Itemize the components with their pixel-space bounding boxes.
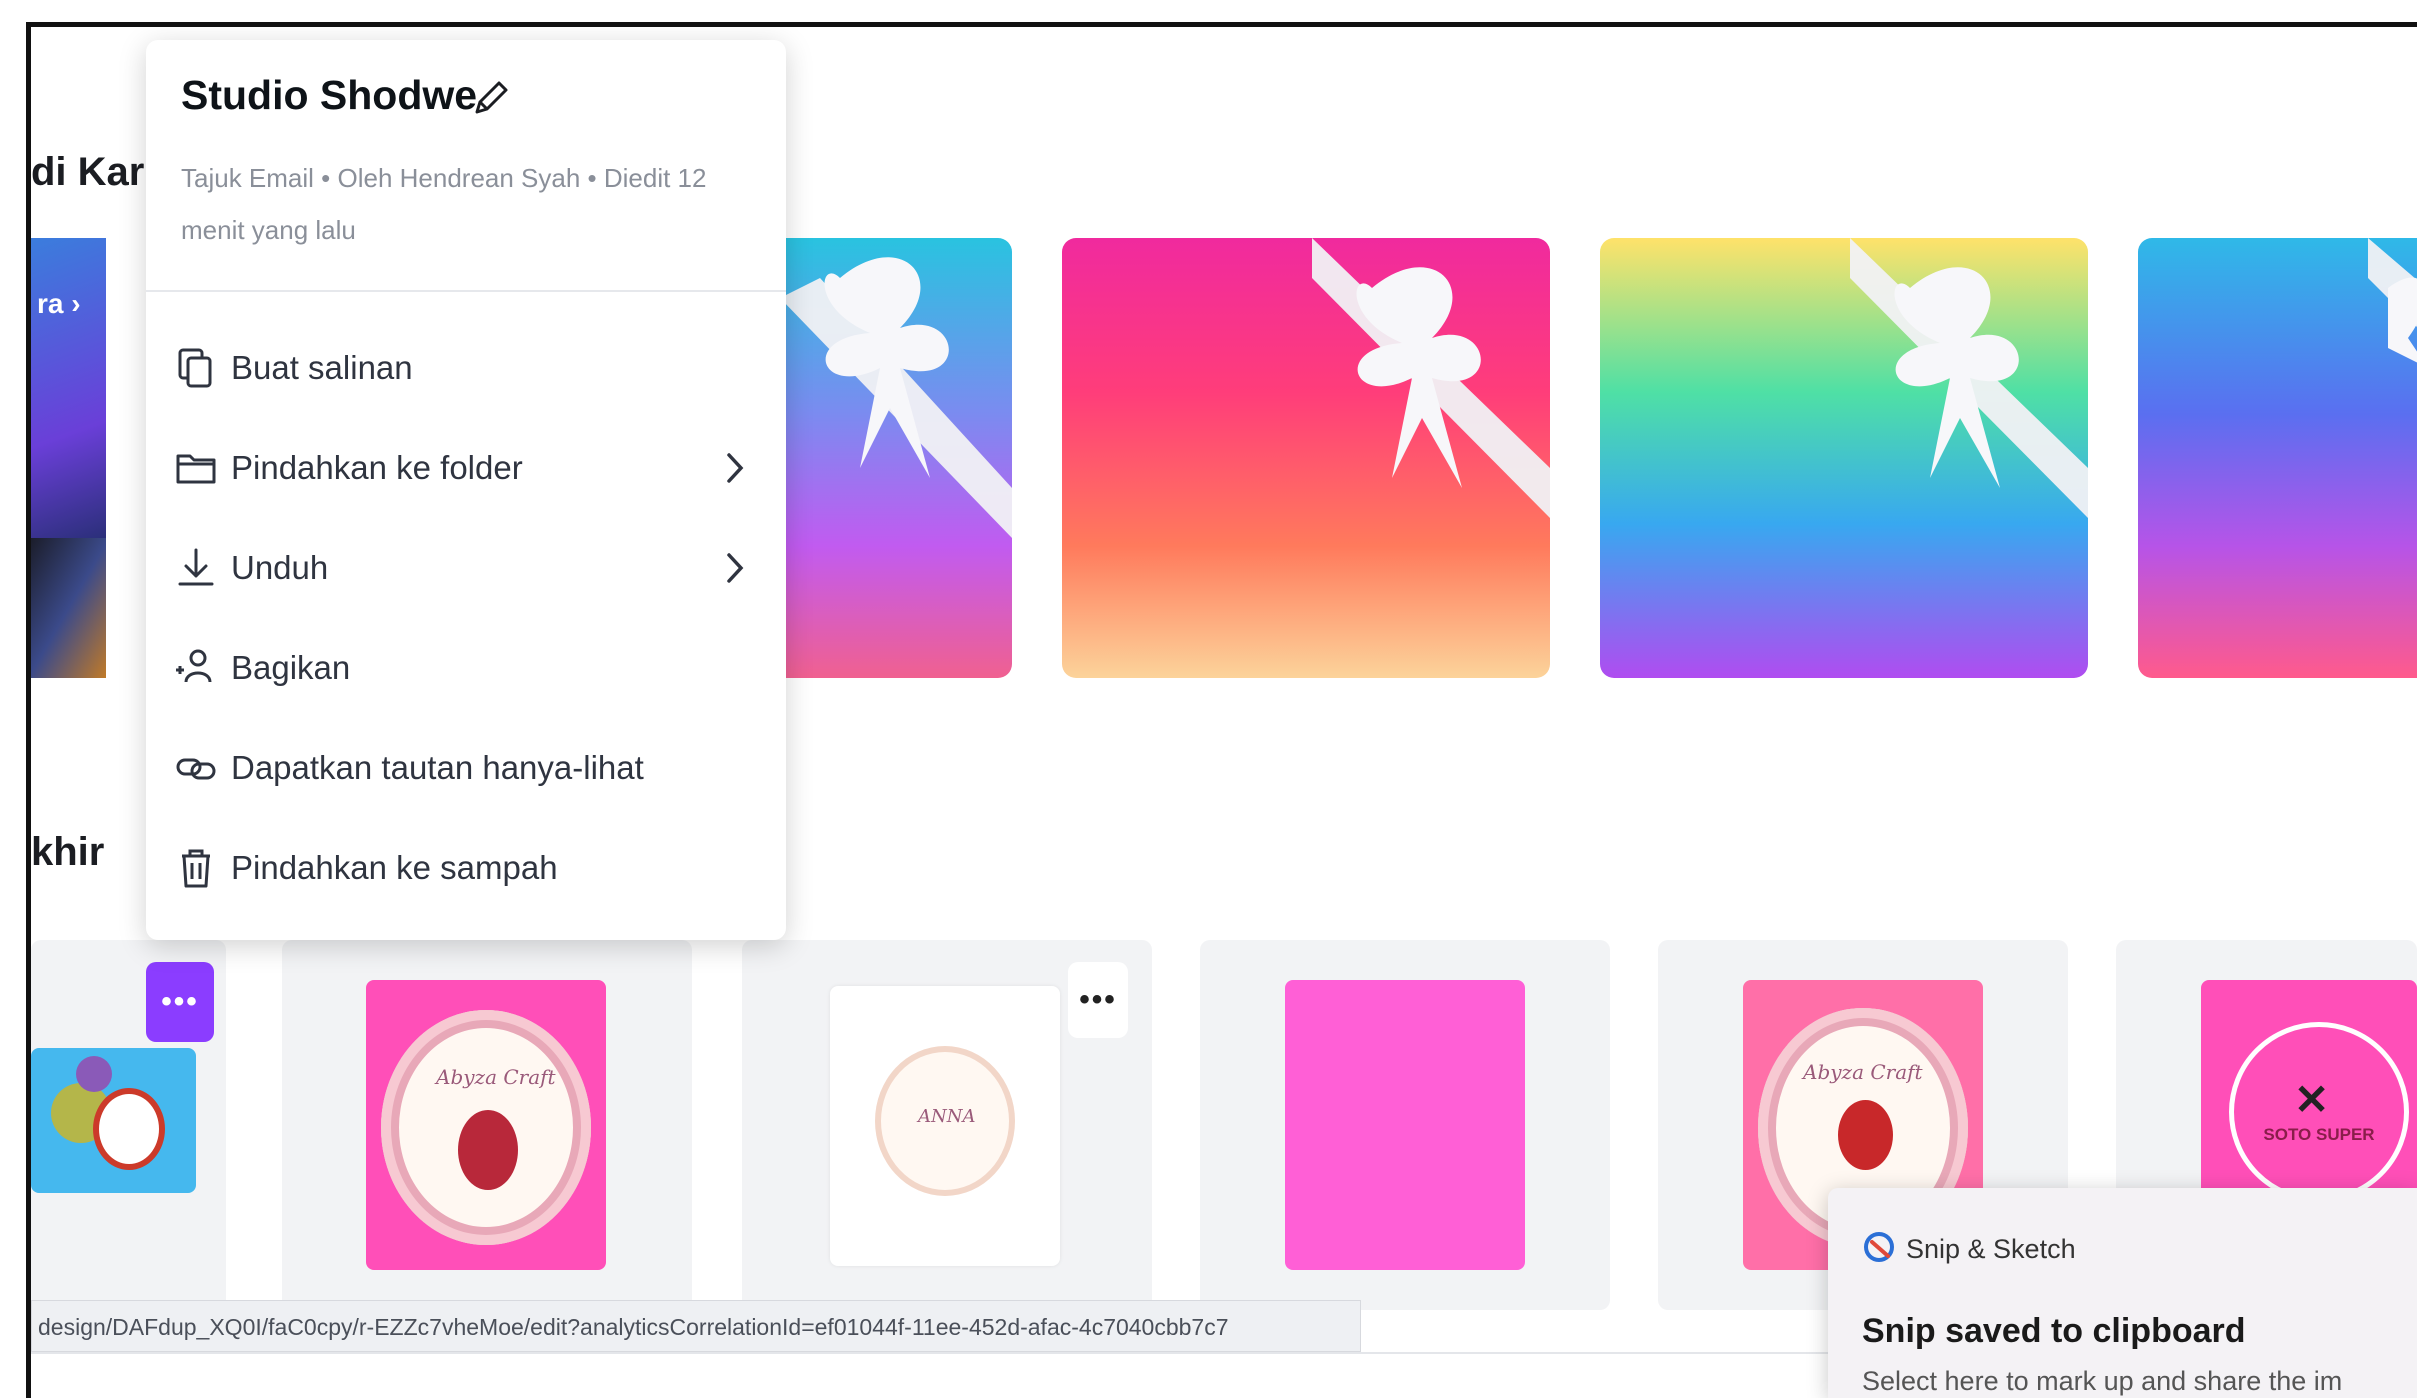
tulip-shape	[458, 1110, 518, 1190]
card-link-fragment[interactable]: ra ›	[37, 288, 81, 320]
menu-item-view-only-link[interactable]: Dapatkan tautan hanya-lihat	[171, 724, 761, 812]
download-icon	[171, 543, 221, 593]
logo-text: SOTO SUPER	[2263, 1125, 2375, 1144]
copy-icon	[171, 343, 221, 393]
logo-text: ANNA	[918, 1106, 976, 1127]
ribbon-bow-icon	[1850, 238, 2088, 518]
design-title: Studio Shodwe	[181, 72, 478, 118]
toast-subtitle: Select here to mark up and share the im	[1862, 1366, 2343, 1396]
link-icon	[171, 743, 221, 793]
design-card-3[interactable]	[1200, 940, 1610, 1310]
menu-item-move-to-folder[interactable]: Pindahkan ke folder	[171, 424, 761, 512]
status-bar-url: design/DAFdup_XQ0I/faC0cpy/r-EZZc7vheMoe…	[31, 1300, 1361, 1352]
person-image	[31, 538, 106, 678]
design-card-1[interactable]: Abyza Craft	[282, 940, 692, 1310]
template-thumbnail-1[interactable]	[760, 238, 1012, 678]
design-thumbnail-2: ANNA	[830, 986, 1060, 1266]
design-thumbnail-1: Abyza Craft	[366, 980, 606, 1270]
snip-notification-toast[interactable]: Snip & Sketch Snip saved to clipboard Se…	[1828, 1188, 2417, 1398]
menu-item-share[interactable]: Bagikan	[171, 624, 761, 712]
section-heading-fragment: di Kar	[31, 150, 145, 194]
snip-sketch-app-icon	[1864, 1232, 1894, 1262]
menu-item-label: Dapatkan tautan hanya-lihat	[231, 749, 644, 786]
app-window: di Kar ra › khir Abyza Craft ANNA Abyza …	[26, 22, 2417, 1398]
flower-shape	[76, 1056, 112, 1092]
tulip-shape	[1838, 1100, 1893, 1170]
template-thumbnail-4[interactable]	[2138, 238, 2417, 678]
logo-text: Abyza Craft	[1803, 1060, 1923, 1084]
ribbon-bow-icon	[1312, 238, 1550, 518]
toast-app-name: Snip & Sketch	[1906, 1234, 2076, 1264]
section-heading-fragment-2: khir	[31, 830, 105, 874]
template-thumbnail-2[interactable]	[1062, 238, 1550, 678]
share-people-icon	[171, 643, 221, 693]
pencil-icon[interactable]	[471, 78, 511, 118]
menu-item-label: Unduh	[231, 549, 329, 586]
design-thumbnail-0	[31, 1048, 196, 1193]
design-thumbnail-3	[1285, 980, 1525, 1270]
flower-shape	[93, 1088, 165, 1170]
design-thumbnail-left[interactable]: ra ›	[31, 238, 106, 678]
menu-item-label: Pindahkan ke sampah	[231, 849, 558, 886]
template-thumbnail-3[interactable]	[1600, 238, 2088, 678]
trash-icon	[171, 843, 221, 893]
more-options-button-2[interactable]: •••	[1068, 962, 1128, 1038]
context-menu: Studio Shodwe Tajuk Email • Oleh Hendrea…	[146, 40, 786, 940]
menu-item-download[interactable]: Unduh	[171, 524, 761, 612]
utensils-icon: ✕	[2294, 1076, 2330, 1123]
chevron-right-icon	[727, 453, 744, 483]
menu-item-label: Buat salinan	[231, 349, 413, 386]
ribbon-bow-icon	[2368, 238, 2417, 363]
menu-item-label: Bagikan	[231, 649, 351, 686]
more-options-button[interactable]: •••	[146, 962, 214, 1042]
menu-item-move-to-trash[interactable]: Pindahkan ke sampah	[171, 824, 761, 912]
folder-icon	[171, 443, 221, 493]
menu-item-label: Pindahkan ke folder	[231, 449, 523, 486]
menu-item-make-copy[interactable]: Buat salinan	[171, 324, 761, 412]
chevron-right-icon	[727, 553, 744, 583]
ribbon-bow-icon	[780, 257, 1012, 538]
logo-text: Abyza Craft	[436, 1065, 556, 1089]
context-menu-header: Studio Shodwe Tajuk Email • Oleh Hendrea…	[146, 40, 786, 292]
toast-title: Snip saved to clipboard	[1862, 1312, 2246, 1350]
design-meta: Tajuk Email • Oleh Hendrean Syah • Diedi…	[181, 163, 707, 245]
